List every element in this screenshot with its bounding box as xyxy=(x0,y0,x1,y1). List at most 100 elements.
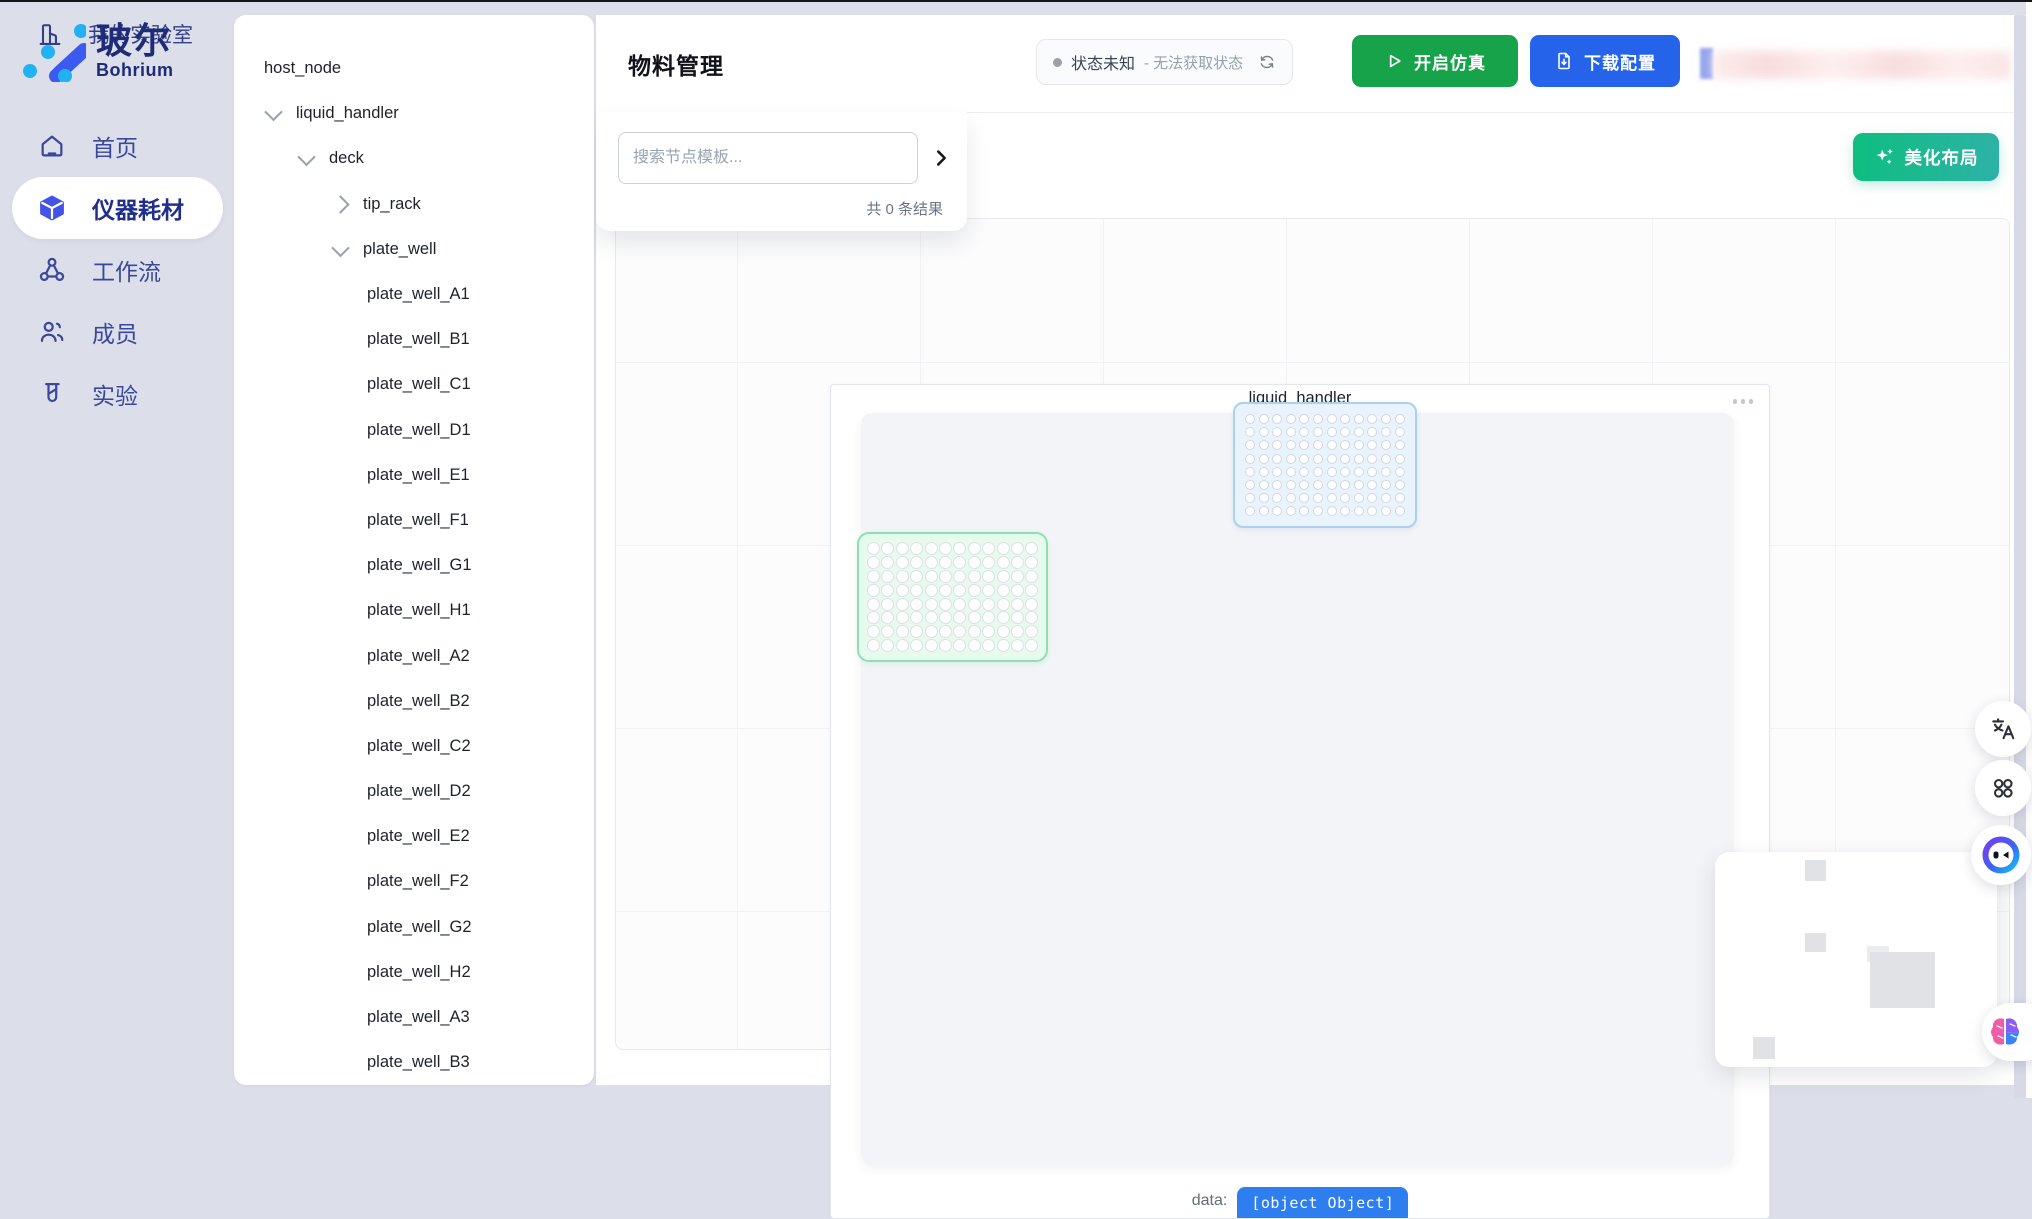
translate-button[interactable] xyxy=(1975,701,2031,757)
tree-node-plate_well_G1[interactable]: plate_well_G1 xyxy=(234,543,594,588)
sidebar-item-首页[interactable]: 首页 xyxy=(0,115,233,177)
tree-node-plate_well_G2[interactable]: plate_well_G2 xyxy=(234,905,594,950)
tree-node-plate_well_E2[interactable]: plate_well_E2 xyxy=(234,814,594,859)
well-plate-green[interactable] xyxy=(857,532,1048,662)
start-simulation-button[interactable]: 开启仿真 xyxy=(1352,35,1518,87)
well xyxy=(1354,493,1364,503)
tree-node-liquid_handler[interactable]: liquid_handler xyxy=(234,91,594,136)
tree-node-plate_well_B1[interactable]: plate_well_B1 xyxy=(234,317,594,362)
tree-node-plate_well_C2[interactable]: plate_well_C2 xyxy=(234,724,594,769)
tree-node-plate_well_B2[interactable]: plate_well_B2 xyxy=(234,679,594,724)
well xyxy=(953,584,966,597)
beautify-layout-button[interactable]: 美化布局 xyxy=(1853,133,1999,181)
tree-node-plate_well_B3[interactable]: plate_well_B3 xyxy=(234,1040,594,1085)
well xyxy=(1381,454,1391,464)
sidebar-nav: 首页仪器耗材工作流成员实验 xyxy=(0,115,233,425)
download-config-button[interactable]: 下载配置 xyxy=(1530,35,1680,87)
well xyxy=(982,639,995,652)
well xyxy=(1381,506,1391,516)
well xyxy=(1381,493,1391,503)
brand-logo[interactable]: 玻尔 Bohrium xyxy=(22,20,174,82)
tree-node-plate_well_H2[interactable]: plate_well_H2 xyxy=(234,950,594,995)
well xyxy=(968,584,981,597)
well xyxy=(1011,542,1024,555)
tree-node-label: plate_well_G2 xyxy=(367,918,472,937)
tree-node-plate_well_A2[interactable]: plate_well_A2 xyxy=(234,633,594,678)
chevron-right-icon[interactable] xyxy=(331,195,349,213)
tree-node-label: plate_well_E1 xyxy=(367,466,470,485)
home-icon xyxy=(38,132,66,160)
experiment-icon xyxy=(38,380,66,408)
well xyxy=(1367,480,1377,490)
minimap-node-rect xyxy=(1805,860,1826,881)
liquid-handler-node[interactable]: liquid_handler data: [object Object] xyxy=(830,384,1770,1219)
apps-grid-button[interactable] xyxy=(1975,760,2031,816)
tree-node-plate_well[interactable]: plate_well xyxy=(234,227,594,272)
tree-node-plate_well_H1[interactable]: plate_well_H1 xyxy=(234,588,594,633)
well xyxy=(881,625,894,638)
tree-node-host_node[interactable]: host_node xyxy=(234,46,594,91)
well xyxy=(896,570,909,583)
well xyxy=(1313,454,1323,464)
tree-node-plate_well_F2[interactable]: plate_well_F2 xyxy=(234,859,594,904)
well xyxy=(1395,480,1405,490)
download-config-label: 下载配置 xyxy=(1584,49,1656,74)
ai-assistant-button[interactable] xyxy=(1971,825,2031,885)
chevron-down-icon[interactable] xyxy=(297,148,315,166)
tree-node-plate_well_A3[interactable]: plate_well_A3 xyxy=(234,995,594,1040)
status-badge[interactable]: 状态未知 - 无法获取状态 xyxy=(1036,39,1293,85)
sidebar-item-仪器耗材[interactable]: 仪器耗材 xyxy=(12,177,223,239)
status-dot-icon xyxy=(1053,58,1062,67)
tree-node-tip_rack[interactable]: tip_rack xyxy=(234,182,594,227)
tree-node-deck[interactable]: deck xyxy=(234,136,594,181)
well xyxy=(1395,454,1405,464)
well xyxy=(953,542,966,555)
collapse-chevron-icon[interactable] xyxy=(930,147,952,169)
well xyxy=(1313,493,1323,503)
tree-node-plate_well_E1[interactable]: plate_well_E1 xyxy=(234,453,594,498)
well xyxy=(1011,556,1024,569)
well xyxy=(867,584,880,597)
tree-node-plate_well_D2[interactable]: plate_well_D2 xyxy=(234,769,594,814)
minimap[interactable] xyxy=(1715,852,1997,1067)
tree-node-plate_well_F1[interactable]: plate_well_F1 xyxy=(234,498,594,543)
chevron-down-icon[interactable] xyxy=(331,239,349,257)
bohrium-logo-icon xyxy=(22,20,86,82)
data-value-badge: [object Object] xyxy=(1237,1187,1408,1219)
sidebar-item-成员[interactable]: 成员 xyxy=(0,301,233,363)
tree-node-plate_well_C1[interactable]: plate_well_C1 xyxy=(234,362,594,407)
refresh-icon[interactable] xyxy=(1258,53,1276,71)
well xyxy=(1025,625,1038,638)
sidebar-item-工作流[interactable]: 工作流 xyxy=(0,239,233,301)
chevron-down-icon[interactable] xyxy=(264,103,282,121)
page-header: 物料管理 状态未知 - 无法获取状态 开启仿真 xyxy=(596,15,2032,113)
well xyxy=(1245,454,1255,464)
node-menu-dots-icon[interactable] xyxy=(1733,399,1754,404)
page-title: 物料管理 xyxy=(628,15,724,112)
tree-node-plate_well_A1[interactable]: plate_well_A1 xyxy=(234,272,594,317)
well xyxy=(1025,556,1038,569)
well xyxy=(953,639,966,652)
well xyxy=(925,625,938,638)
search-result-count: 共 0 条结果 xyxy=(866,198,943,219)
well xyxy=(982,611,995,624)
well xyxy=(867,556,880,569)
well xyxy=(968,542,981,555)
well-plate-blue[interactable] xyxy=(1233,402,1417,528)
tree-node-plate_well_D1[interactable]: plate_well_D1 xyxy=(234,408,594,453)
search-input[interactable] xyxy=(618,132,918,184)
sidebar-item-实验[interactable]: 实验 xyxy=(0,363,233,425)
ai-brain-button[interactable] xyxy=(1982,1003,2032,1061)
well xyxy=(925,611,938,624)
well xyxy=(925,542,938,555)
right-scrollbar[interactable] xyxy=(2014,15,2026,1098)
well xyxy=(1327,427,1337,437)
well xyxy=(896,625,909,638)
well xyxy=(925,639,938,652)
well xyxy=(881,570,894,583)
cube-icon xyxy=(38,194,66,222)
well xyxy=(939,542,952,555)
well xyxy=(1286,427,1296,437)
well xyxy=(982,598,995,611)
well xyxy=(1367,427,1377,437)
